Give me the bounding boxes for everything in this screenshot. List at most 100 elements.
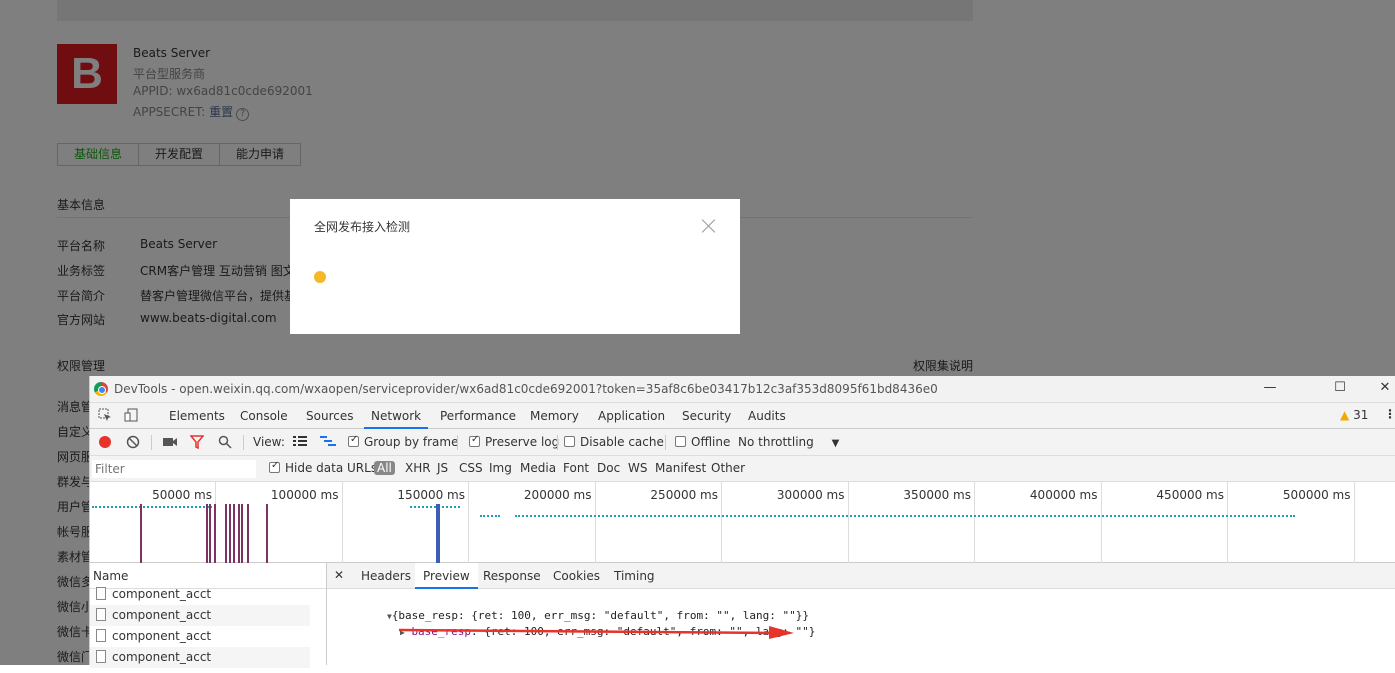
filter-type-other[interactable]: Other <box>711 461 745 475</box>
timeline-requests <box>480 515 500 517</box>
filter-type-js[interactable]: JS <box>437 461 448 475</box>
tab-audits[interactable]: Audits <box>741 403 793 429</box>
hide-data-urls-checkbox[interactable]: Hide data URLs <box>269 460 378 475</box>
timeline-gridline <box>1353 482 1355 563</box>
tab-timing[interactable]: Timing <box>606 563 663 589</box>
disable-cache-checkbox[interactable]: Disable cache <box>564 435 664 449</box>
document-icon <box>96 587 106 600</box>
timeline-event-marker <box>214 504 216 563</box>
timeline-event-marker <box>241 504 243 563</box>
warning-counter[interactable]: ▲ 31 <box>1340 408 1368 422</box>
offline-checkbox[interactable]: Offline <box>675 435 730 449</box>
filter-type-manifest[interactable]: Manifest <box>655 461 706 475</box>
record-icon[interactable] <box>98 435 112 452</box>
chrome-icon <box>94 382 108 396</box>
timeline-tick-label: 400000 ms <box>1029 488 1098 502</box>
timeline-gridline <box>1227 482 1228 563</box>
document-icon <box>96 629 106 642</box>
filter-type-img[interactable]: Img <box>489 461 512 475</box>
tab-security[interactable]: Security <box>675 403 738 429</box>
timeline-tick-label: 250000 ms <box>650 488 718 502</box>
tab-memory[interactable]: Memory <box>523 403 586 429</box>
timeline-event-marker <box>209 504 211 563</box>
tab-elements[interactable]: Elements <box>162 403 232 429</box>
request-name: component_acct <box>112 608 212 622</box>
filter-type-ws[interactable]: WS <box>628 461 647 475</box>
timeline-requests <box>515 515 1295 517</box>
checkbox-icon <box>348 434 359 447</box>
tab-headers[interactable]: Headers <box>353 563 419 589</box>
maximize-button[interactable]: ☐ <box>1330 380 1350 398</box>
checkbox-icon <box>675 436 686 447</box>
group-by-frame-label: Group by frame <box>364 435 459 449</box>
tab-sources[interactable]: Sources <box>299 403 360 429</box>
device-toolbar-icon[interactable] <box>124 408 138 425</box>
checkbox-icon <box>469 434 480 447</box>
devtools-panel-tabs: Elements Console Sources Network Perform… <box>90 403 1395 429</box>
disable-cache-label: Disable cache <box>580 435 664 449</box>
preserve-log-label: Preserve log <box>485 435 560 449</box>
document-icon <box>96 650 106 663</box>
clear-icon[interactable] <box>126 435 140 452</box>
request-row[interactable]: component_acct <box>90 626 310 647</box>
tab-performance[interactable]: Performance <box>433 403 523 429</box>
filter-type-all[interactable]: All <box>374 461 395 475</box>
timeline-gridline <box>847 482 849 563</box>
devtools-titlebar: DevTools - open.weixin.qq.com/wxaopen/se… <box>90 376 1395 403</box>
request-row[interactable]: component_acct <box>90 605 310 626</box>
network-lower-pane: Name component_acct component_acct compo… <box>90 563 1395 668</box>
checkbox-icon <box>269 460 280 473</box>
timeline-tick-label: 150000 ms <box>397 488 465 502</box>
tab-response[interactable]: Response <box>475 563 549 589</box>
filter-type-media[interactable]: Media <box>520 461 556 475</box>
timeline-gridline <box>341 482 343 563</box>
timeline-event-marker <box>438 504 440 563</box>
timeline-tick-label: 450000 ms <box>1156 488 1224 502</box>
filter-icon[interactable] <box>189 435 205 452</box>
screenshot-icon[interactable] <box>163 436 177 451</box>
request-detail: ✕ Headers Preview Response Cookies Timin… <box>327 563 1395 665</box>
group-by-frame-checkbox[interactable]: Group by frame <box>348 434 459 449</box>
tab-console[interactable]: Console <box>233 403 295 429</box>
tab-network[interactable]: Network <box>364 403 429 429</box>
request-name: component_acct <box>112 650 212 664</box>
preserve-log-checkbox[interactable]: Preserve log <box>469 434 560 449</box>
dialog-title: 全网发布接入检测 <box>314 220 411 234</box>
timeline-event-marker <box>266 504 268 563</box>
search-icon[interactable] <box>218 435 232 452</box>
filter-type-doc[interactable]: Doc <box>597 461 620 475</box>
large-rows-icon[interactable] <box>293 435 307 451</box>
view-label: View: <box>253 435 285 449</box>
timeline-tick-label: 200000 ms <box>523 488 592 502</box>
modal-overlay-lower <box>0 376 89 665</box>
throttling-select[interactable]: No throttling ▼ <box>738 435 839 449</box>
timeline-gridline <box>721 482 722 563</box>
timeline-event-marker <box>206 504 208 563</box>
request-row[interactable]: component_acct <box>90 584 310 605</box>
warning-count: 31 <box>1353 408 1369 422</box>
close-icon[interactable] <box>700 217 718 235</box>
checkbox-icon <box>564 436 575 447</box>
filter-type-font[interactable]: Font <box>563 461 589 475</box>
timeline-event-marker <box>229 504 231 563</box>
timeline-tick-label: 50000 ms <box>152 488 212 502</box>
offline-label: Offline <box>691 435 731 449</box>
more-menu-icon[interactable]: ⋮ <box>1384 407 1395 421</box>
timeline-requests <box>92 506 212 508</box>
inspect-element-icon[interactable] <box>98 408 112 425</box>
hide-data-urls-label: Hide data URLs <box>285 461 378 475</box>
minimize-button[interactable]: — <box>1260 380 1280 398</box>
close-window-button[interactable]: ✕ <box>1375 380 1395 398</box>
filter-input[interactable] <box>92 460 256 478</box>
timeline-tick-label: 300000 ms <box>776 488 845 502</box>
tab-application[interactable]: Application <box>591 403 672 429</box>
network-overview-timeline[interactable]: 50000 ms 100000 ms 150000 ms 200000 ms 25000… <box>90 482 1395 563</box>
close-detail-icon[interactable]: ✕ <box>334 568 344 582</box>
tab-preview[interactable]: Preview <box>415 563 478 589</box>
devtools-title: DevTools - open.weixin.qq.com/wxaopen/se… <box>114 382 938 396</box>
check-dialog: 全网发布接入检测 <box>290 199 740 334</box>
tab-cookies[interactable]: Cookies <box>545 563 608 589</box>
filter-type-xhr[interactable]: XHR <box>405 461 431 475</box>
filter-type-css[interactable]: CSS <box>459 461 483 475</box>
waterfall-icon[interactable] <box>320 435 336 451</box>
